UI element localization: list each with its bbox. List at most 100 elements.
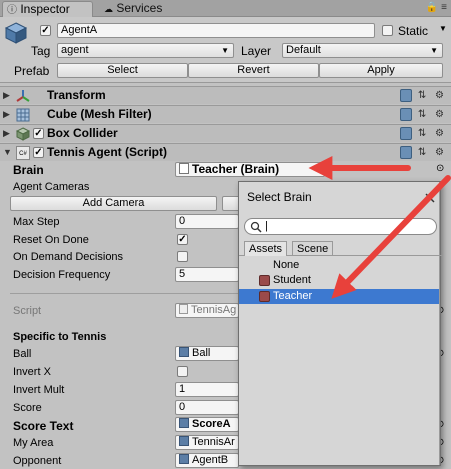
component-tools: ⇅ ⚙ bbox=[400, 89, 447, 102]
preset-icon[interactable]: ⇅ bbox=[418, 128, 429, 139]
gameobject-header: ✓ AgentA Static ▼ Tag agent ▼ Layer Defa… bbox=[0, 17, 451, 83]
component-tools: ⇅ ⚙ bbox=[400, 146, 447, 159]
cloud-icon: ☁ bbox=[104, 4, 113, 14]
component-tools: ⇅ ⚙ bbox=[400, 108, 447, 121]
tennis-agent-enabled-checkbox[interactable]: ✓ bbox=[33, 147, 44, 158]
name-field[interactable]: AgentA bbox=[57, 23, 375, 38]
decision-frequency-field[interactable]: 5 bbox=[175, 267, 239, 282]
component-title: Transform bbox=[47, 88, 106, 102]
chevron-down-icon: ▼ bbox=[221, 46, 229, 55]
close-icon[interactable] bbox=[424, 192, 436, 204]
component-box-collider[interactable]: ▶ ✓ Box Collider ⇅ ⚙ bbox=[0, 124, 451, 142]
gameobject-cube-icon bbox=[4, 22, 28, 44]
tab-inspector-label: Inspector bbox=[20, 2, 70, 16]
collapsed-arrow-icon[interactable]: ▶ bbox=[3, 128, 10, 139]
tag-label: Tag bbox=[31, 44, 51, 58]
my-area-value: TennisAr bbox=[192, 436, 235, 448]
mesh-grid-icon bbox=[16, 108, 30, 122]
script-label: Script bbox=[13, 305, 42, 317]
tab-inspector[interactable]: ⓘ Inspector bbox=[2, 1, 93, 17]
script-field: TennisAg bbox=[175, 303, 239, 318]
my-area-field[interactable]: TennisAr bbox=[175, 435, 239, 450]
option-label: Teacher bbox=[273, 290, 313, 302]
layer-label: Layer bbox=[241, 44, 272, 58]
expanded-arrow-icon[interactable]: ▼ bbox=[3, 147, 12, 157]
lock-icon[interactable]: 🔒 bbox=[426, 2, 438, 13]
window-tab-bar: ⓘ Inspector ☁ Services 🔒 ≡ bbox=[0, 0, 451, 17]
decision-frequency-label: Decision Frequency bbox=[13, 269, 111, 281]
component-tools: ⇅ ⚙ bbox=[400, 127, 447, 140]
score-label: Score bbox=[13, 402, 42, 414]
prefab-apply-button[interactable]: Apply bbox=[319, 63, 443, 78]
max-step-field[interactable]: 0 bbox=[175, 214, 239, 229]
help-book-icon[interactable] bbox=[400, 108, 413, 121]
tag-dropdown[interactable]: agent ▼ bbox=[57, 43, 234, 58]
preset-icon[interactable]: ⇅ bbox=[418, 109, 429, 120]
tab-assets[interactable]: Assets bbox=[244, 241, 288, 256]
score-text-value: ScoreA bbox=[192, 418, 231, 430]
menu-icon[interactable]: ≡ bbox=[441, 2, 447, 13]
opponent-field[interactable]: AgentB bbox=[175, 453, 239, 468]
layer-value: Default bbox=[286, 44, 321, 56]
settings-gear-icon[interactable]: ⚙ bbox=[435, 109, 447, 120]
component-title: Box Collider bbox=[47, 126, 118, 140]
layer-dropdown[interactable]: Default ▼ bbox=[282, 43, 443, 58]
score-field[interactable]: 0 bbox=[175, 400, 239, 415]
brain-field[interactable]: Teacher (Brain) bbox=[175, 162, 325, 177]
agent-cameras-label: Agent Cameras bbox=[13, 181, 90, 193]
prefab-select-button[interactable]: Select bbox=[57, 63, 188, 78]
prefab-revert-button[interactable]: Revert bbox=[188, 63, 319, 78]
component-title: Tennis Agent (Script) bbox=[47, 145, 167, 159]
active-checkbox[interactable]: ✓ bbox=[40, 25, 51, 36]
gameobject-icon bbox=[179, 436, 189, 446]
my-area-label: My Area bbox=[13, 437, 54, 449]
box-collider-enabled-checkbox[interactable]: ✓ bbox=[33, 128, 44, 139]
box-collider-icon bbox=[16, 127, 30, 141]
help-book-icon[interactable] bbox=[400, 127, 413, 140]
popup-scrollbar-track[interactable] bbox=[439, 182, 440, 465]
static-dropdown-icon[interactable]: ▼ bbox=[439, 24, 447, 33]
brain-option-student[interactable]: Student bbox=[239, 273, 440, 288]
brain-option-teacher[interactable]: Teacher bbox=[239, 289, 440, 304]
collapsed-arrow-icon[interactable]: ▶ bbox=[3, 90, 10, 101]
info-icon: ⓘ bbox=[7, 5, 17, 16]
add-camera-button[interactable]: Add Camera bbox=[10, 196, 217, 211]
settings-gear-icon[interactable]: ⚙ bbox=[435, 90, 447, 101]
brain-option-none[interactable]: None bbox=[239, 258, 440, 273]
tag-value: agent bbox=[61, 44, 89, 56]
script-value: TennisAg bbox=[191, 304, 237, 316]
preset-icon[interactable]: ⇅ bbox=[418, 90, 429, 101]
preset-icon[interactable]: ⇅ bbox=[418, 147, 429, 158]
score-text-label: Score Text bbox=[13, 419, 74, 433]
collapsed-arrow-icon[interactable]: ▶ bbox=[3, 109, 10, 120]
tab-scene[interactable]: Scene bbox=[292, 241, 334, 256]
component-tennis-agent[interactable]: ▼ C# ✓ Tennis Agent (Script) ⇅ ⚙ bbox=[0, 143, 451, 161]
ball-field[interactable]: Ball bbox=[175, 346, 239, 361]
component-mesh-filter[interactable]: ▶ Cube (Mesh Filter) ⇅ ⚙ bbox=[0, 105, 451, 123]
on-demand-decisions-checkbox[interactable] bbox=[177, 251, 188, 262]
tab-services[interactable]: ☁ Services bbox=[100, 1, 162, 17]
settings-gear-icon[interactable]: ⚙ bbox=[435, 128, 447, 139]
max-step-label: Max Step bbox=[13, 216, 60, 228]
help-book-icon[interactable] bbox=[400, 89, 413, 102]
popup-search-input[interactable]: | bbox=[244, 218, 437, 235]
invert-mult-field[interactable]: 1 bbox=[175, 382, 239, 397]
invert-x-checkbox[interactable] bbox=[177, 366, 188, 377]
component-transform[interactable]: ▶ Transform ⇅ ⚙ bbox=[0, 86, 451, 104]
transform-icon bbox=[16, 90, 30, 102]
gameobject-icon bbox=[179, 418, 189, 428]
static-checkbox[interactable] bbox=[382, 25, 393, 36]
settings-gear-icon[interactable]: ⚙ bbox=[435, 147, 447, 158]
option-label: None bbox=[273, 259, 300, 271]
ball-label: Ball bbox=[13, 348, 32, 360]
score-text-field[interactable]: ScoreA bbox=[175, 417, 239, 432]
opponent-value: AgentB bbox=[192, 454, 229, 466]
object-picker-icon[interactable]: ⊙ bbox=[436, 163, 444, 174]
window-menu-icons[interactable]: 🔒 ≡ bbox=[426, 2, 447, 13]
component-title: Cube (Mesh Filter) bbox=[47, 107, 152, 121]
popup-tab-bar: Assets Scene bbox=[239, 240, 442, 256]
gameobject-icon bbox=[179, 454, 189, 464]
reset-on-done-checkbox[interactable]: ✓ bbox=[177, 234, 188, 245]
help-book-icon[interactable] bbox=[400, 146, 413, 159]
on-demand-decisions-label: On Demand Decisions bbox=[13, 251, 124, 263]
